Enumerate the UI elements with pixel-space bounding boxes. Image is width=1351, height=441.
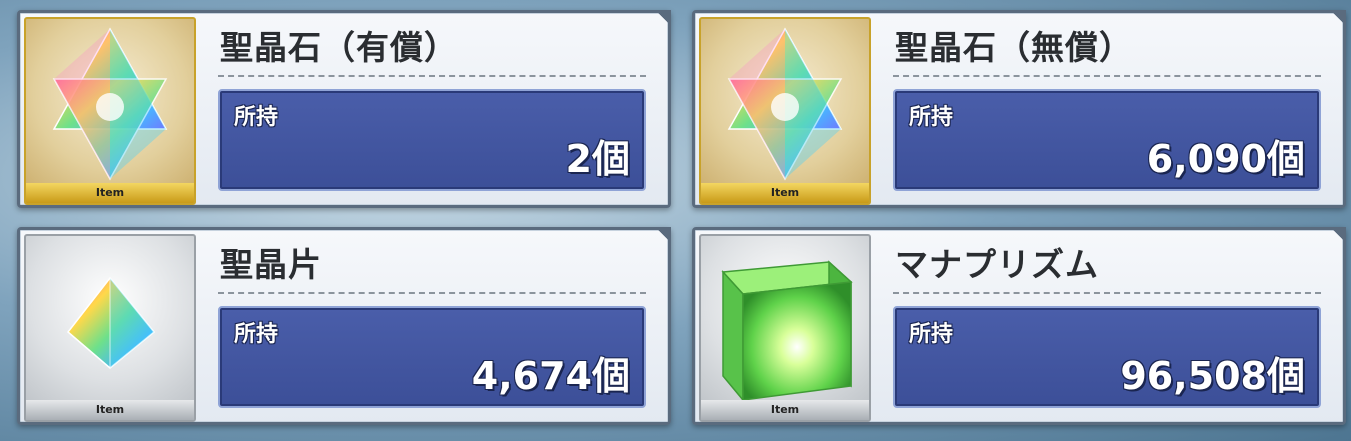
item-card-free-saint-quartz: Item 聖晶石（無償） 所持 6,090個 (692, 10, 1346, 208)
owned-count: 4,674個 (471, 354, 630, 398)
saint-quartz-icon (52, 27, 168, 181)
item-thumbnail: Item (24, 234, 196, 422)
item-name: マナプリズム (895, 245, 1099, 284)
owned-label: 所持 (234, 105, 279, 130)
item-name: 聖晶石（有償） (220, 28, 458, 67)
owned-count: 6,090個 (1146, 137, 1305, 181)
item-thumbnail: Item (24, 17, 196, 205)
item-tag: Item (701, 400, 869, 420)
owned-panel: 所持 4,674個 (218, 306, 646, 408)
owned-panel: 所持 6,090個 (893, 89, 1321, 191)
owned-count: 2個 (565, 137, 630, 181)
item-thumbnail: Item (699, 234, 871, 422)
mana-prism-icon (721, 260, 853, 403)
item-tag: Item (26, 183, 194, 203)
divider (893, 292, 1321, 294)
item-card-quartz-fragment: Item 聖晶片 所持 4,674個 (17, 227, 671, 425)
item-card-mana-prism: Item マナプリズム 所持 96,508個 (692, 227, 1346, 425)
owned-label: 所持 (234, 322, 279, 347)
divider (893, 75, 1321, 77)
item-name: 聖晶片 (220, 245, 322, 284)
item-thumbnail: Item (699, 17, 871, 205)
quartz-fragment-icon (66, 276, 156, 369)
item-tag: Item (701, 183, 869, 203)
owned-label: 所持 (909, 105, 954, 130)
divider (218, 75, 646, 77)
item-tag: Item (26, 400, 194, 420)
owned-panel: 所持 96,508個 (893, 306, 1321, 408)
owned-label: 所持 (909, 322, 954, 347)
divider (218, 292, 646, 294)
owned-panel: 所持 2個 (218, 89, 646, 191)
item-name: 聖晶石（無償） (895, 28, 1133, 67)
item-card-paid-saint-quartz: Item 聖晶石（有償） 所持 2個 (17, 10, 671, 208)
saint-quartz-icon (727, 27, 843, 181)
owned-count: 96,508個 (1120, 354, 1305, 398)
